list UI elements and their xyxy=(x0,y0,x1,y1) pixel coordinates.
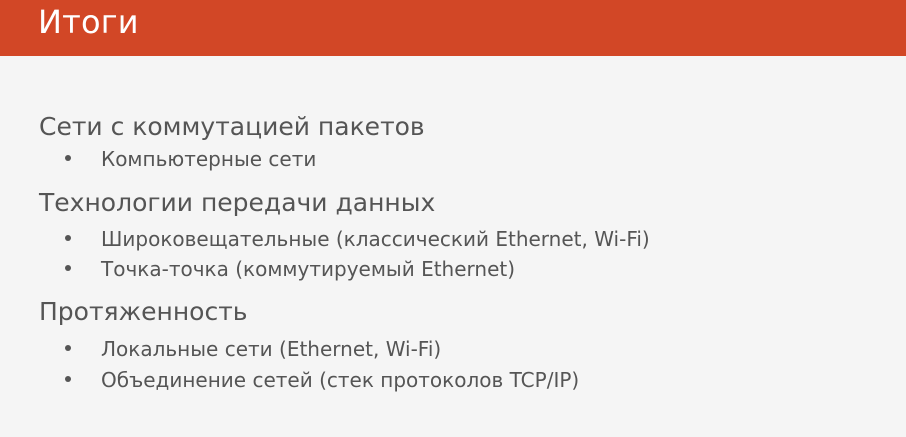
bullet-icon xyxy=(65,155,71,161)
bullet-icon xyxy=(65,376,71,382)
section-heading-transmission-tech: Технологии передачи данных xyxy=(39,188,436,217)
bullet-text: Объединение сетей (стек протоколов TCP/I… xyxy=(101,368,580,392)
slide-content: Сети с коммутацией пакетов Компьютерные … xyxy=(0,0,906,437)
section-heading-extent: Протяженность xyxy=(39,297,248,326)
bullet-icon xyxy=(65,265,71,271)
bullet-icon xyxy=(65,345,71,351)
bullet-icon xyxy=(65,235,71,241)
bullet-text: Широковещательные (классический Ethernet… xyxy=(101,227,650,251)
bullet-text: Локальные сети (Ethernet, Wi-Fi) xyxy=(101,337,442,361)
bullet-text: Компьютерные сети xyxy=(101,147,317,171)
bullet-text: Точка-точка (коммутируемый Ethernet) xyxy=(101,257,516,281)
section-heading-packet-switching: Сети с коммутацией пакетов xyxy=(39,112,425,141)
